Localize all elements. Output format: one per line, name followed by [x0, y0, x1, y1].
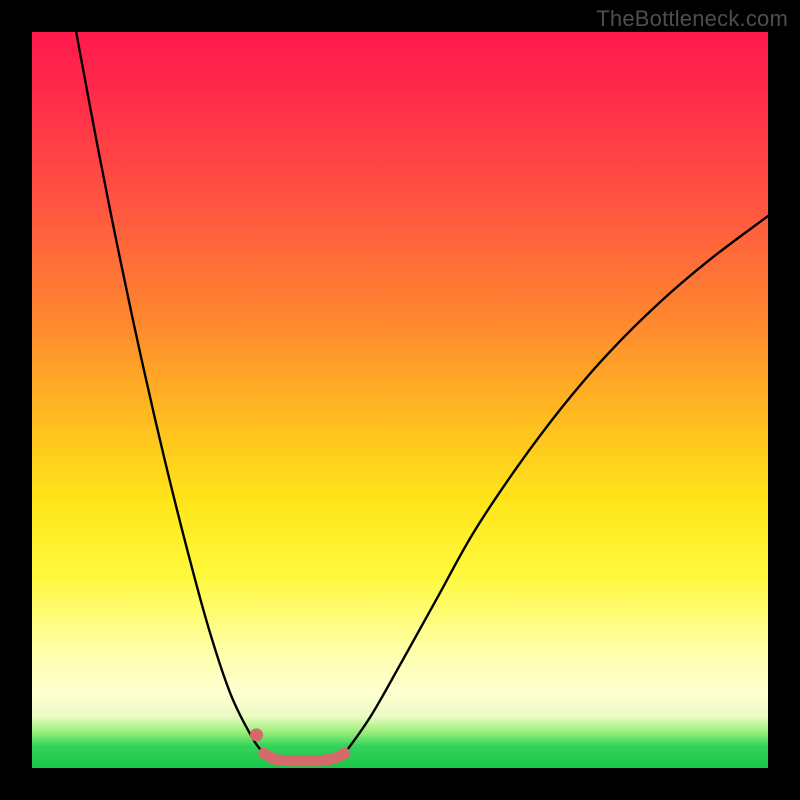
curve-main: [76, 32, 768, 761]
bottleneck-curve: [32, 32, 768, 768]
watermark-text: TheBottleneck.com: [596, 6, 788, 32]
plot-area: [32, 32, 768, 768]
curve-valley-floor: [264, 753, 345, 761]
chart-frame: TheBottleneck.com: [0, 0, 800, 800]
curve-marker-dot: [250, 728, 263, 741]
